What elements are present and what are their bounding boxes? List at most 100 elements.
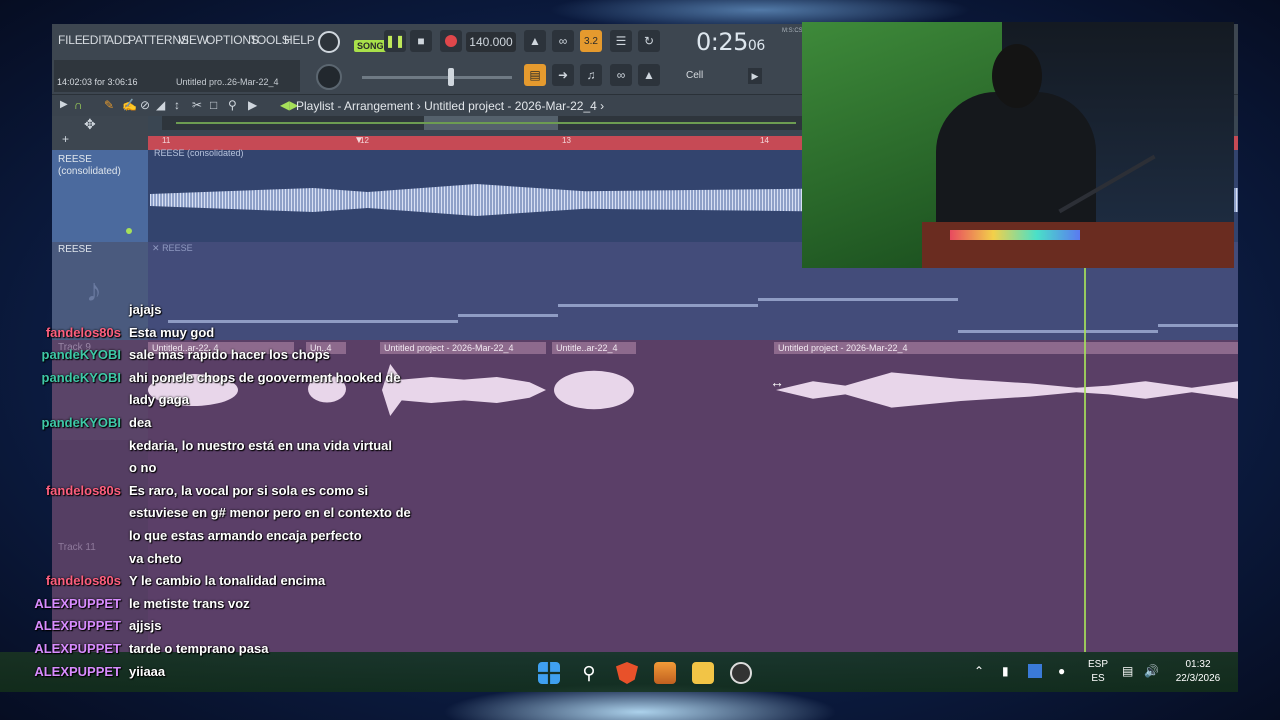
playlist-title: Playlist - Arrangement › Untitled projec… (296, 99, 605, 113)
clip-title: ✕ REESE (152, 243, 193, 254)
clock-time: 01:32 (1185, 659, 1211, 670)
tray-volume-icon[interactable]: 🔊 (1144, 664, 1159, 678)
chat-username: pandeKYOBI (41, 369, 121, 385)
mute-tool-icon[interactable]: ◢ (156, 98, 165, 112)
tray-battery-icon[interactable]: ▮ (1002, 664, 1009, 678)
chat-message: le metiste trans voz (129, 595, 250, 611)
magnet-snap-icon[interactable]: ∩ (74, 98, 83, 112)
lang-top: ESP (1087, 659, 1108, 670)
fl-studio-icon[interactable] (654, 662, 676, 684)
zoom-tool-icon[interactable]: ⚲ (228, 98, 237, 112)
midi-note[interactable] (458, 314, 558, 317)
chat-message: o no (129, 460, 157, 476)
language-indicator[interactable]: ESP ES (1086, 658, 1110, 686)
chat-message: Esta muy god (129, 324, 215, 340)
vocal-waveform (554, 370, 634, 410)
playlist-horizontal-scrollbar[interactable] (162, 116, 802, 130)
obs-icon[interactable] (730, 662, 752, 684)
note-icon: ♪ (86, 272, 102, 308)
snap-arrow-icon[interactable]: ▶ (748, 68, 762, 84)
move-tool-icon[interactable]: ✥ (84, 116, 96, 133)
windows-taskbar: ⚲ ⌃ ▮ ● ▤ 🔊 (0, 652, 1238, 692)
playhead-line[interactable] (1084, 268, 1086, 652)
track-lane-track-11[interactable] (148, 440, 1238, 652)
clip-vocal-5[interactable]: Untitled project - 2026-Mar-22_4 (774, 342, 1238, 354)
tempo-display[interactable]: 140.000 (466, 32, 516, 52)
menu-help[interactable]: HELP (284, 33, 315, 47)
snap-select[interactable]: Cell (686, 70, 703, 81)
piano-roll-icon[interactable]: ♫ (580, 64, 602, 86)
tray-mic-icon[interactable]: ● (1058, 664, 1065, 678)
track-header-toolbar: + ✥ (52, 116, 148, 150)
chat-username: fandelos80s (45, 482, 121, 498)
track-name: REESE (58, 244, 92, 255)
clip-name: REESE (162, 243, 193, 253)
chat-message: yiiaaa (129, 663, 166, 679)
chat-username: fandelos80s (45, 573, 121, 589)
keyboard-rgb (950, 230, 1080, 240)
tray-network-icon[interactable]: ▤ (1122, 664, 1133, 678)
slip-tool-icon[interactable]: ↕ (174, 98, 180, 112)
chat-message: estuviese en g# menor pero en el context… (129, 505, 411, 521)
chat-username: pandeKYOBI (41, 415, 121, 430)
delete-tool-icon[interactable]: ⊘ (140, 98, 150, 112)
slider-handle[interactable] (448, 68, 454, 86)
step-edit-icon[interactable]: ☰ (610, 30, 632, 52)
chat-username: ALEXPUPPET (34, 595, 121, 611)
chat-message: Es raro, la vocal por si sola es como si (129, 482, 369, 498)
file-explorer-icon[interactable] (692, 662, 714, 684)
tray-chevron-icon[interactable]: ⌃ (974, 664, 984, 678)
hint-file-name: Untitled pro..26-Mar-22_4 (176, 77, 279, 87)
vocal-waveform (382, 364, 546, 416)
streamer-figure (936, 92, 1096, 242)
windows-start-icon[interactable] (538, 662, 560, 684)
stamp-icon[interactable]: ▲ (638, 64, 660, 86)
scrollbar-track-overview (176, 122, 796, 124)
draw-tool-icon[interactable]: ✎ (104, 98, 114, 112)
midi-note[interactable] (558, 304, 758, 307)
menu-file[interactable]: FILE (58, 33, 83, 47)
song-mode-toggle[interactable]: SONG (354, 40, 387, 52)
loop-record-icon[interactable]: ↻ (638, 30, 660, 52)
add-track-icon[interactable]: + (62, 132, 69, 146)
playback-tool-icon[interactable]: ▶ (248, 98, 257, 112)
paint-tool-icon[interactable]: ✍ (122, 98, 137, 112)
search-icon[interactable]: ⚲ (578, 662, 600, 684)
brave-browser-icon[interactable] (616, 662, 638, 684)
metronome-icon[interactable]: ▲ (524, 30, 546, 52)
track-header-reese-consolidated[interactable]: REESE (consolidated) (52, 150, 148, 242)
slice-tool-icon[interactable]: ✂ (192, 98, 202, 112)
midi-note[interactable] (1158, 324, 1238, 327)
clip-title: REESE (consolidated) (154, 148, 244, 158)
midi-note[interactable] (168, 320, 458, 323)
midi-note[interactable] (758, 298, 958, 301)
clip-vocal-4[interactable]: Untitle..ar-22_4 (552, 342, 636, 354)
menu-view[interactable]: VIEW (178, 33, 208, 47)
track-mute-led-icon[interactable] (126, 228, 132, 234)
pattern-step-display[interactable]: 3.2 (580, 30, 602, 52)
vocal-waveform (776, 372, 1238, 408)
select-tool-icon[interactable]: □ (210, 98, 217, 112)
record-button[interactable] (440, 30, 462, 52)
time-display[interactable]: 0:2506 (696, 28, 765, 56)
playlist-menu-arrow-icon[interactable]: ▶ (60, 99, 68, 110)
wait-input-icon[interactable]: ∞ (552, 30, 574, 52)
taskbar-clock[interactable]: 01:32 22/3/2026 (1170, 658, 1226, 686)
clip-vocal-3[interactable]: Untitled project - 2026-Mar-22_4 (380, 342, 546, 354)
master-volume-knob[interactable] (318, 31, 340, 53)
chat-message: ajjsjs (129, 618, 162, 634)
menu-edit[interactable]: EDIT (82, 33, 109, 47)
resize-cursor-icon: ↔ (770, 374, 784, 390)
playhead-marker-icon[interactable]: ▼ (354, 135, 364, 146)
arrow-right-icon[interactable]: ➜ (552, 64, 574, 86)
midi-note[interactable] (958, 330, 1158, 333)
link-icon[interactable]: ∞ (610, 64, 632, 86)
clock-date: 22/3/2026 (1175, 673, 1221, 684)
stop-button[interactable]: ■ (410, 30, 432, 52)
playlist-view-icon[interactable]: ▤ (524, 64, 546, 86)
master-pitch-knob[interactable] (316, 64, 342, 90)
tray-app-icon[interactable] (1028, 664, 1042, 678)
master-volume-slider[interactable] (362, 76, 512, 79)
clip-close-icon[interactable]: ✕ (152, 243, 160, 253)
pause-button[interactable]: ❚❚ (384, 30, 406, 52)
